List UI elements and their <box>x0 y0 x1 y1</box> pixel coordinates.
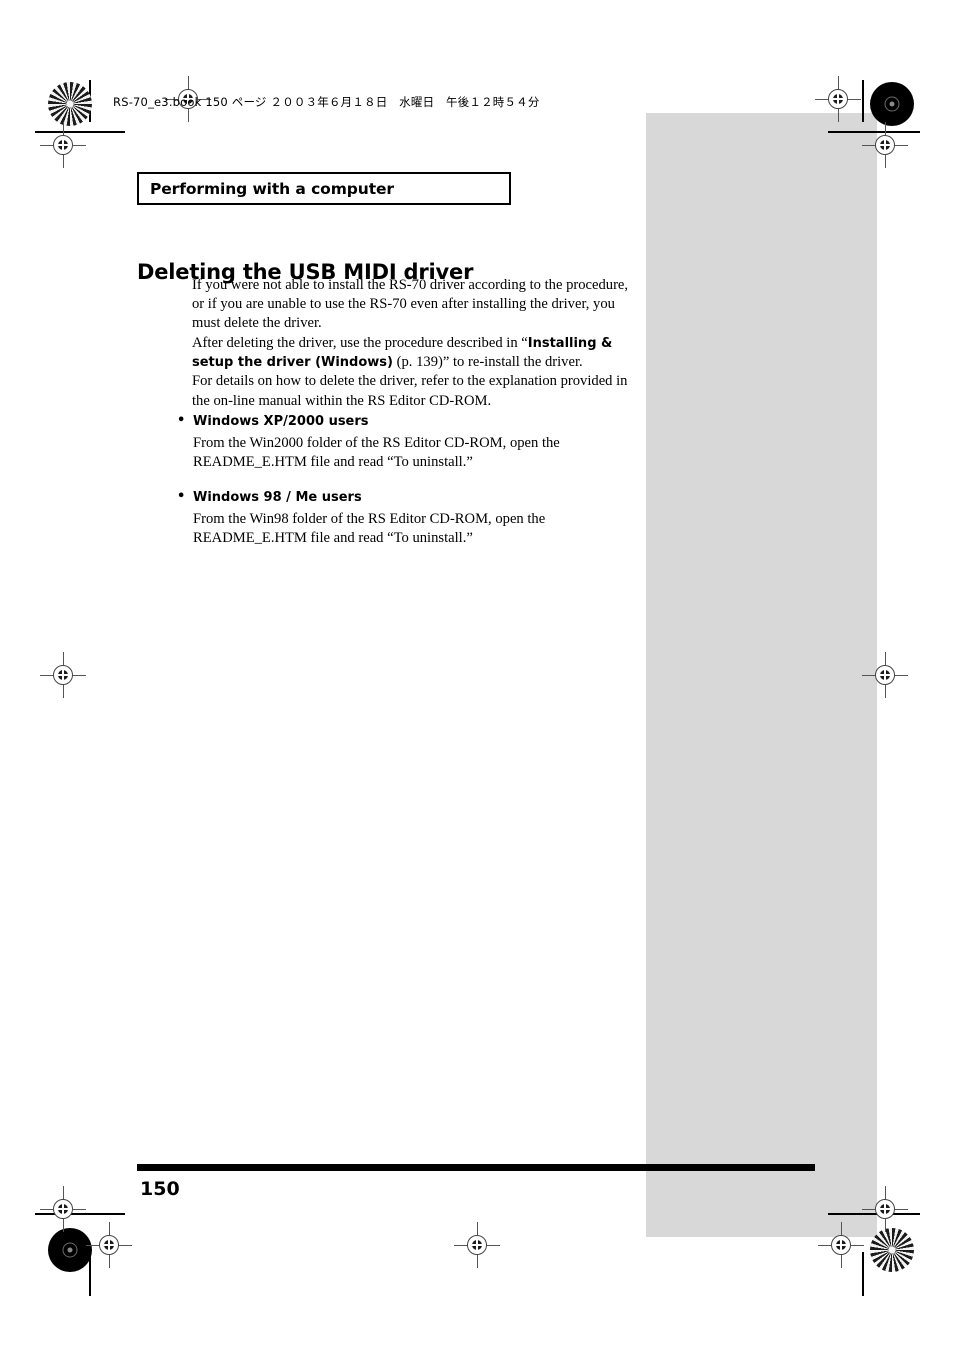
paragraph-intro: If you were not able to install the RS-7… <box>192 277 629 332</box>
manual-page: RS-70_e3.book 150 ページ ２００３年６月１８日 水曜日 午後１… <box>0 0 954 1351</box>
reference-tail-text: (p. 139)” to re-install the driver. <box>393 353 583 370</box>
registration-mark-top-inner-right <box>815 76 861 122</box>
registration-mark-bottom-outer-right <box>862 1186 908 1232</box>
trim-line-top-right-vertical <box>862 80 864 122</box>
registration-target-bottom-right <box>870 1228 914 1272</box>
list-item: Windows 98 / Me users From the Win98 fol… <box>175 488 635 548</box>
chapter-title: Performing with a computer <box>150 179 394 198</box>
paragraph-reinstall-reference: After deleting the driver, use the proce… <box>192 334 634 372</box>
page-number: 150 <box>140 1178 180 1200</box>
registration-mark-bottom-inner-right <box>818 1222 864 1268</box>
chapter-header-box: Performing with a computer <box>137 172 511 205</box>
list-item-heading: Windows 98 / Me users <box>175 488 635 507</box>
registration-mark-middle-right <box>862 652 908 698</box>
platform-instructions-list: Windows XP/2000 users From the Win2000 f… <box>175 412 635 565</box>
registration-mark-top-outer-left <box>40 122 86 168</box>
paragraph-online-manual: For details on how to delete the driver,… <box>192 373 628 409</box>
registration-target-top-left <box>48 82 92 126</box>
list-item-body: From the Win2000 folder of the RS Editor… <box>193 435 560 471</box>
registration-target-top-right <box>870 82 914 126</box>
gray-margin-panel <box>646 113 877 1237</box>
list-item: Windows XP/2000 users From the Win2000 f… <box>175 412 635 472</box>
list-item-heading: Windows XP/2000 users <box>175 412 635 431</box>
registration-mark-bottom-outer-left <box>40 1186 86 1232</box>
reference-lead-text: After deleting the driver, use the proce… <box>192 334 528 351</box>
registration-mark-middle-left <box>40 652 86 698</box>
registration-mark-bottom-inner-left <box>86 1222 132 1268</box>
body-text-column: If you were not able to install the RS-7… <box>192 276 634 411</box>
footer-rule <box>137 1164 815 1171</box>
registration-mark-top-outer-right <box>862 122 908 168</box>
registration-mark-bottom-center <box>454 1222 500 1268</box>
print-slug-line: RS-70_e3.book 150 ページ ２００３年６月１８日 水曜日 午後１… <box>113 95 540 109</box>
list-item-body: From the Win98 folder of the RS Editor C… <box>193 511 546 547</box>
